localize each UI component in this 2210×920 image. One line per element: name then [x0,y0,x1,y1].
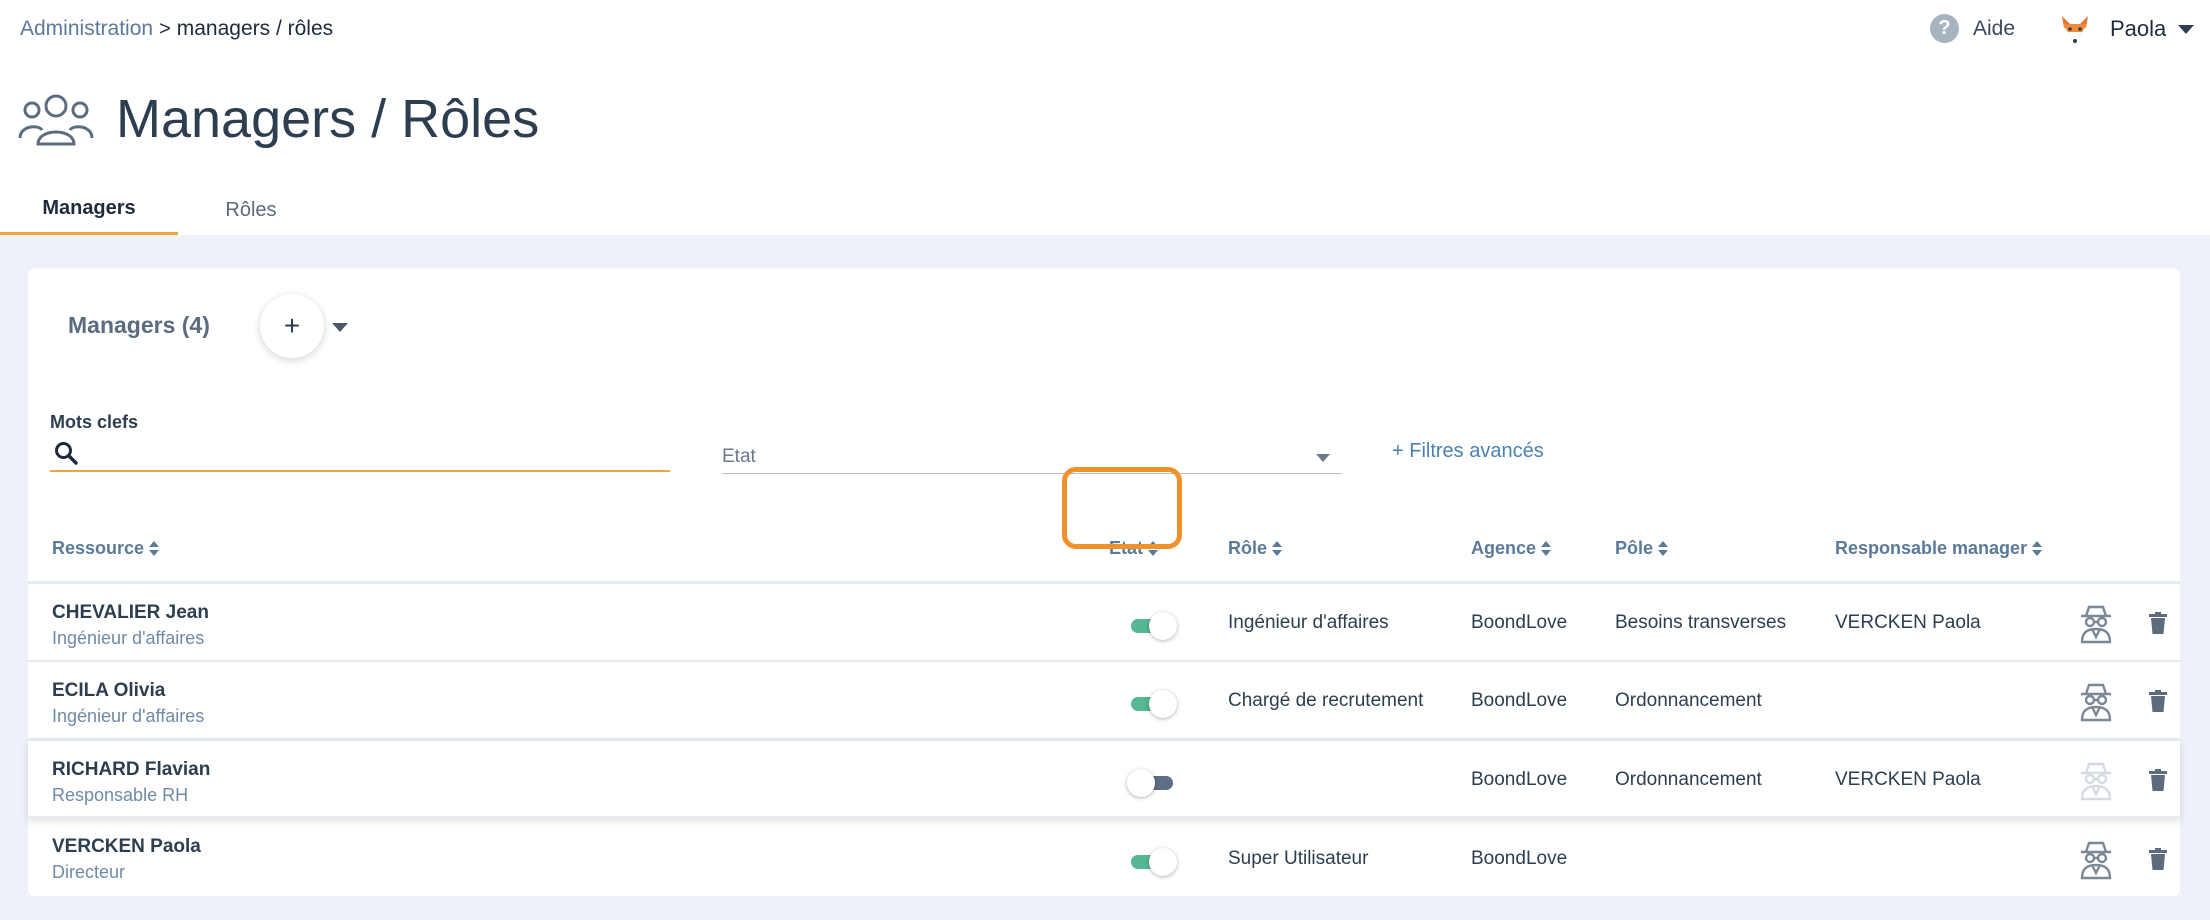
column-header-pole[interactable]: Pôle [1615,538,1669,559]
managers-card: Managers (4) + Mots clefs Etat + Filtres… [28,268,2180,896]
trash-icon[interactable] [2148,690,2168,712]
spy-icon[interactable] [2078,604,2114,644]
advanced-filters-link[interactable]: + Filtres avancés [1392,440,1544,463]
agence-cell: BoondLove [1471,848,1568,869]
user-name: Paola [2110,16,2167,41]
fox-avatar-icon [2062,16,2088,44]
pole-cell: Ordonnancement [1615,690,1762,711]
column-header-label: Pôle [1615,538,1654,558]
agence-cell: BoondLove [1471,612,1568,633]
breadcrumb: Administration > managers / rôles [20,17,333,41]
keywords-label: Mots clefs [50,412,139,432]
sort-icon [1658,540,1669,557]
resource-title: Ingénieur d'affaires [52,628,205,648]
chevron-down-icon [2178,24,2195,34]
role-cell: Super Utilisateur [1228,848,1369,869]
sort-icon [1272,540,1283,557]
etat-toggle[interactable] [1127,688,1179,718]
column-header-responsable[interactable]: Responsable manager [1835,538,2043,559]
pole-cell: Ordonnancement [1615,769,1762,790]
spy-icon[interactable] [2078,682,2114,722]
chevron-down-icon [1316,454,1330,462]
help-icon: ? [1930,14,1959,43]
resource-title: Responsable RH [52,785,189,805]
search-icon [55,442,78,465]
breadcrumb-root-link[interactable]: Administration [20,17,153,41]
resource-name[interactable]: CHEVALIER Jean [52,602,209,624]
breadcrumb-separator: > [159,17,171,40]
card-title: Managers (4) [68,312,210,338]
resource-name[interactable]: VERCKEN Paola [52,836,201,858]
responsable-cell: VERCKEN Paola [1835,612,1981,633]
spy-icon[interactable] [2078,840,2114,880]
add-manager-button[interactable]: + [260,294,324,358]
help-label: Aide [1973,16,2016,40]
table-row[interactable]: VERCKEN Paola Directeur Super Utilisateu… [28,818,2180,896]
trash-icon[interactable] [2148,612,2168,634]
etat-toggle[interactable] [1127,767,1179,797]
tab-bar: Managers Rôles [0,185,324,235]
keywords-field[interactable] [50,436,670,472]
resource-title: Ingénieur d'affaires [52,706,205,726]
search-input[interactable] [92,441,652,465]
user-menu[interactable]: Paola [2058,12,2195,46]
tab-roles[interactable]: Rôles [178,185,324,235]
column-header-ressource[interactable]: Ressource [52,538,160,559]
role-cell: Ingénieur d'affaires [1228,612,1389,633]
users-group-icon [18,94,94,146]
agence-cell: BoondLove [1471,690,1568,711]
pole-cell: Besoins transverses [1615,612,1787,633]
column-header-agence[interactable]: Agence [1471,538,1552,559]
sort-icon [1541,540,1552,557]
resource-name[interactable]: RICHARD Flavian [52,759,210,781]
breadcrumb-current: managers / rôles [176,17,334,40]
role-cell: Chargé de recrutement [1228,690,1424,711]
etat-toggle[interactable] [1127,846,1179,876]
tab-managers[interactable]: Managers [0,185,178,235]
top-header: Administration > managers / rôles ? Aide… [0,0,2210,235]
sort-icon [149,540,160,557]
table-row[interactable]: RICHARD Flavian Responsable RH BoondLove… [28,740,2180,818]
table-row[interactable]: ECILA Olivia Ingénieur d'affaires Chargé… [28,662,2180,740]
add-options-chevron-icon[interactable] [332,323,348,332]
resource-name[interactable]: ECILA Olivia [52,680,165,702]
column-header-role[interactable]: Rôle [1228,538,1283,559]
resource-title: Directeur [52,862,126,882]
help-link[interactable]: ? Aide [1930,14,2015,43]
etat-select-placeholder: Etat [722,445,756,467]
responsable-cell: VERCKEN Paola [1835,769,1981,790]
trash-icon[interactable] [2148,848,2168,870]
agence-cell: BoondLove [1471,769,1568,790]
trash-icon[interactable] [2148,769,2168,791]
column-header-label: Agence [1471,538,1537,558]
page-title: Managers / Rôles [116,89,540,149]
focus-highlight-ring [1062,467,1182,549]
etat-toggle[interactable] [1127,610,1179,640]
column-header-label: Rôle [1228,538,1268,558]
etat-select[interactable]: Etat [722,440,1342,474]
column-header-label: Ressource [52,538,145,558]
column-header-label: Responsable manager [1835,538,2028,558]
spy-icon [2080,762,2112,801]
table-row[interactable]: CHEVALIER Jean Ingénieur d'affaires Ingé… [28,584,2180,662]
sort-icon [2032,540,2043,557]
